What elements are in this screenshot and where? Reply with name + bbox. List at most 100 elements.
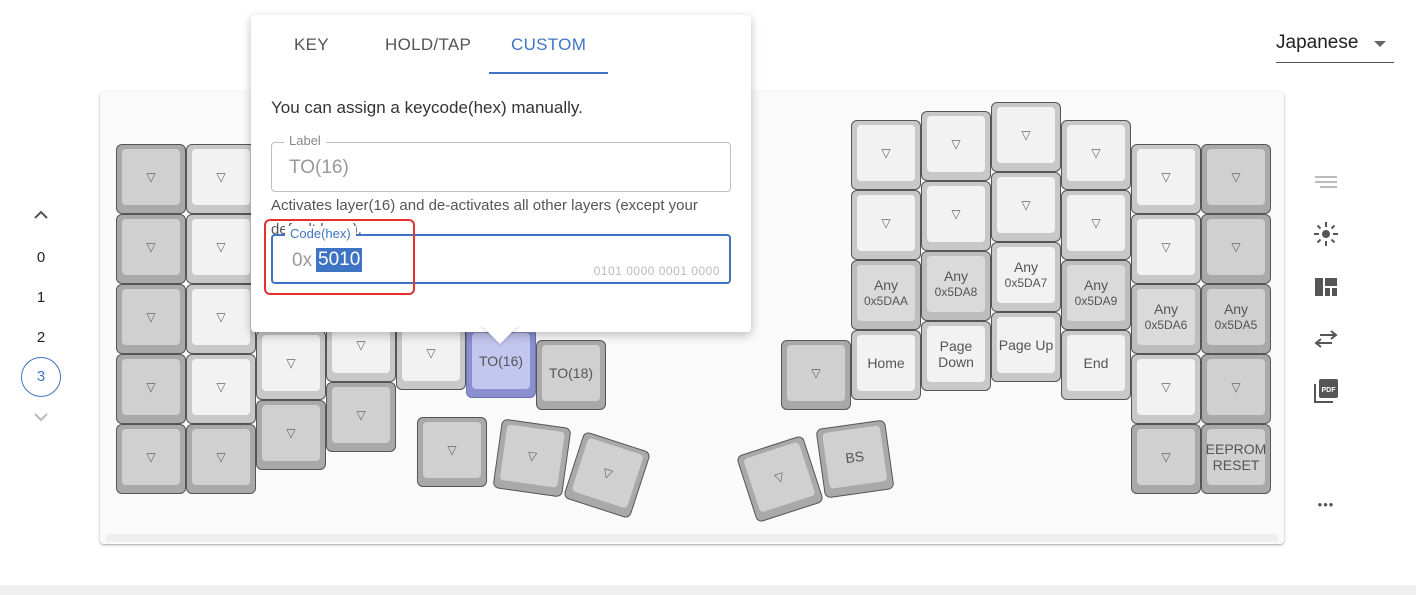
key[interactable]: ▽: [116, 354, 186, 424]
key-legend: ▽: [1231, 380, 1241, 394]
key-any-5da6[interactable]: Any 0x5DA6: [1131, 284, 1201, 354]
key-legend: ▽: [1161, 240, 1171, 254]
layout-icon[interactable]: [1312, 273, 1340, 301]
label-field[interactable]: Label TO(16): [271, 133, 731, 192]
key-legend: ▽: [1091, 146, 1101, 160]
key-legend: ▽: [216, 240, 226, 254]
key[interactable]: ▽: [116, 424, 186, 494]
key[interactable]: ▽: [1061, 120, 1131, 190]
key[interactable]: ▽: [851, 120, 921, 190]
key[interactable]: ▽: [851, 190, 921, 260]
key-legend: ▽: [881, 216, 891, 230]
key-legend: ▽: [1161, 380, 1171, 394]
tab-custom[interactable]: CUSTOM: [511, 35, 586, 55]
language-select[interactable]: Japanese: [1276, 28, 1394, 63]
layer-item-1[interactable]: 1: [20, 289, 62, 306]
key-legend: BS: [844, 447, 866, 467]
language-select-value: Japanese: [1276, 32, 1359, 53]
more-icon[interactable]: •••: [1312, 490, 1340, 518]
key-bs[interactable]: BS: [815, 419, 895, 499]
layer-item-3[interactable]: 3: [21, 357, 61, 397]
key-code: 0x5DA9: [1074, 294, 1118, 308]
layer-item-0[interactable]: 0: [20, 249, 62, 266]
key-any-5da7[interactable]: Any 0x5DA7: [991, 242, 1061, 312]
key-legend: End: [1083, 355, 1109, 371]
key-any-5da8[interactable]: Any 0x5DA8: [921, 251, 991, 321]
key[interactable]: ▽: [492, 418, 572, 498]
key-legend: ▽: [426, 346, 436, 360]
key[interactable]: ▽: [116, 284, 186, 354]
layer-down-icon[interactable]: [34, 412, 48, 424]
key-legend: ▽: [146, 310, 156, 324]
key[interactable]: ▽: [781, 340, 851, 410]
key-legend: ▽: [1021, 128, 1031, 142]
key-legend-line2: RESET: [1212, 457, 1260, 473]
key-page-up[interactable]: Page Up: [991, 312, 1061, 382]
key[interactable]: ▽: [116, 144, 186, 214]
swap-icon[interactable]: [1312, 325, 1340, 353]
key-legend: Any: [873, 277, 899, 293]
layer-up-icon[interactable]: [34, 210, 48, 222]
key-legend: ▽: [447, 443, 457, 457]
key[interactable]: ▽: [256, 400, 326, 470]
key-legend: Home: [867, 355, 905, 371]
key-legend: ▽: [216, 450, 226, 464]
key[interactable]: ▽: [921, 181, 991, 251]
layer-item-2[interactable]: 2: [20, 329, 62, 346]
popover-arrow: [480, 324, 520, 344]
key[interactable]: ▽: [991, 102, 1061, 172]
key-legend: ▽: [1231, 170, 1241, 184]
key-home[interactable]: Home: [851, 330, 921, 400]
key-legend: ▽: [1091, 216, 1101, 230]
key[interactable]: ▽: [1131, 214, 1201, 284]
brightness-icon[interactable]: [1312, 220, 1340, 248]
key-legend: TO(16): [478, 353, 524, 369]
key[interactable]: ▽: [921, 111, 991, 181]
key-legend: ▽: [951, 137, 961, 151]
key[interactable]: ▽: [186, 424, 256, 494]
key[interactable]: ▽: [1201, 214, 1271, 284]
key-legend: ▽: [881, 146, 891, 160]
key-legend: Any: [1153, 301, 1179, 317]
key-legend: ▽: [772, 469, 786, 486]
key-legend: ▽: [146, 240, 156, 254]
tab-hold-tap[interactable]: HOLD/TAP: [385, 35, 471, 55]
more-icon-label: •••: [1317, 496, 1335, 512]
key[interactable]: ▽: [1061, 190, 1131, 260]
key-legend: ▽: [146, 380, 156, 394]
key-any-5da5[interactable]: Any 0x5DA5: [1201, 284, 1271, 354]
key[interactable]: ▽: [1131, 144, 1201, 214]
key-legend: ▽: [216, 170, 226, 184]
key[interactable]: ▽: [417, 417, 487, 487]
key[interactable]: ▽: [1131, 424, 1201, 494]
key-code: 0x5DA6: [1144, 318, 1188, 332]
key-legend: ▽: [951, 207, 961, 221]
key-legend: ▽: [286, 356, 296, 370]
key-page-down[interactable]: Page Down: [921, 321, 991, 391]
popover-tabs: KEY HOLD/TAP CUSTOM: [251, 15, 751, 75]
pdf-icon[interactable]: PDF: [1312, 377, 1340, 405]
key[interactable]: ▽: [186, 214, 256, 284]
key-legend: ▽: [146, 170, 156, 184]
key-code: 0x5DAA: [863, 294, 909, 308]
label-field-legend: Label: [284, 133, 326, 148]
key[interactable]: ▽: [1201, 354, 1271, 424]
key[interactable]: ▽: [116, 214, 186, 284]
key-legend: TO(18): [548, 365, 594, 381]
key[interactable]: ▽: [1201, 144, 1271, 214]
key[interactable]: ▽: [186, 354, 256, 424]
key-to18[interactable]: TO(18): [536, 340, 606, 410]
key[interactable]: ▽: [186, 284, 256, 354]
key-eeprom-reset[interactable]: EEPROM RESET: [1201, 424, 1271, 494]
key-any-5da9[interactable]: Any 0x5DA9: [1061, 260, 1131, 330]
key[interactable]: ▽: [991, 172, 1061, 242]
key-any-5daa[interactable]: Any 0x5DAA: [851, 260, 921, 330]
key[interactable]: ▽: [256, 330, 326, 400]
list-icon[interactable]: [1312, 168, 1340, 196]
key[interactable]: ▽: [186, 144, 256, 214]
key-end[interactable]: End: [1061, 330, 1131, 400]
tab-key[interactable]: KEY: [294, 35, 329, 55]
key-legend: Page Up: [998, 337, 1054, 353]
key[interactable]: ▽: [1131, 354, 1201, 424]
key[interactable]: ▽: [326, 382, 396, 452]
